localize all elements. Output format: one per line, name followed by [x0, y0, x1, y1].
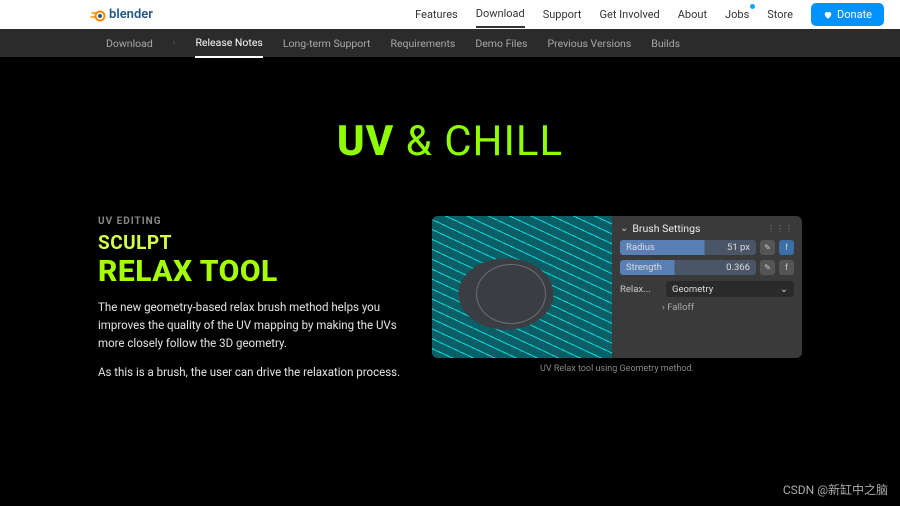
subnav-builds[interactable]: Builds — [651, 30, 680, 57]
nav-jobs[interactable]: Jobs — [725, 2, 749, 27]
pen-icon[interactable]: ✎ — [760, 240, 775, 255]
paragraph-1: The new geometry-based relax brush metho… — [98, 299, 402, 352]
relax-dropdown[interactable]: Geometry⌄ — [666, 281, 794, 297]
pressure-icon[interactable]: f — [779, 260, 794, 275]
uv-mesh-preview — [432, 216, 612, 358]
subnav-download[interactable]: Download — [106, 30, 153, 57]
brand-logo[interactable]: blender — [90, 7, 153, 23]
nav-get-involved[interactable]: Get Involved — [600, 2, 660, 27]
nav-about[interactable]: About — [678, 2, 707, 27]
blender-icon — [90, 7, 106, 23]
subnav-requirements[interactable]: Requirements — [391, 30, 456, 57]
brand-text: blender — [109, 7, 153, 22]
hero-title: UV & CHILL — [0, 117, 900, 166]
content: UV EDITING SCULPT RELAX TOOL The new geo… — [0, 216, 900, 394]
sub-nav: Download › Release Notes Long-term Suppo… — [0, 29, 900, 57]
subnav-release-notes[interactable]: Release Notes — [195, 29, 262, 58]
top-nav: Features Download Support Get Involved A… — [415, 1, 884, 28]
nav-support[interactable]: Support — [543, 2, 582, 27]
watermark: CSDN @新缸中之脑 — [783, 481, 888, 498]
heading-line1: SCULPT — [98, 231, 402, 254]
nav-download[interactable]: Download — [476, 1, 525, 28]
heading-line2: RELAX TOOL — [98, 254, 402, 289]
subnav-demo-files[interactable]: Demo Files — [475, 30, 527, 57]
radius-slider[interactable]: Radius51 px — [620, 240, 756, 255]
preview-panel: ⌄ Brush Settings ⋮⋮⋮ Radius51 px ✎ f Str… — [432, 216, 802, 358]
grip-icon[interactable]: ⋮⋮⋮ — [767, 224, 794, 233]
figure: ⌄ Brush Settings ⋮⋮⋮ Radius51 px ✎ f Str… — [432, 216, 802, 374]
nav-features[interactable]: Features — [415, 2, 458, 27]
brush-settings-panel: ⌄ Brush Settings ⋮⋮⋮ Radius51 px ✎ f Str… — [612, 216, 802, 358]
eyebrow: UV EDITING — [98, 216, 402, 227]
pen-icon[interactable]: ✎ — [760, 260, 775, 275]
hero: UV & CHILL — [0, 57, 900, 216]
nav-store[interactable]: Store — [767, 2, 793, 27]
strength-slider[interactable]: Strength0.366 — [620, 260, 756, 275]
relax-label: Relax... — [620, 284, 662, 295]
chevron-right-icon: › — [173, 38, 176, 48]
chevron-down-icon[interactable]: ⌄ — [620, 223, 628, 234]
pressure-icon[interactable]: f — [779, 240, 794, 255]
article: UV EDITING SCULPT RELAX TOOL The new geo… — [98, 216, 402, 394]
falloff-expand[interactable]: › Falloff — [662, 302, 794, 313]
chevron-down-icon: ⌄ — [780, 284, 788, 295]
paragraph-2: As this is a brush, the user can drive t… — [98, 364, 402, 382]
subnav-lts[interactable]: Long-term Support — [283, 30, 371, 57]
subnav-previous[interactable]: Previous Versions — [547, 30, 631, 57]
top-bar: blender Features Download Support Get In… — [0, 0, 900, 29]
donate-button[interactable]: Donate — [811, 3, 884, 26]
panel-title: Brush Settings — [632, 222, 700, 235]
heart-icon — [823, 10, 833, 20]
notification-dot — [750, 4, 755, 9]
figure-caption: UV Relax tool using Geometry method. — [432, 364, 802, 374]
